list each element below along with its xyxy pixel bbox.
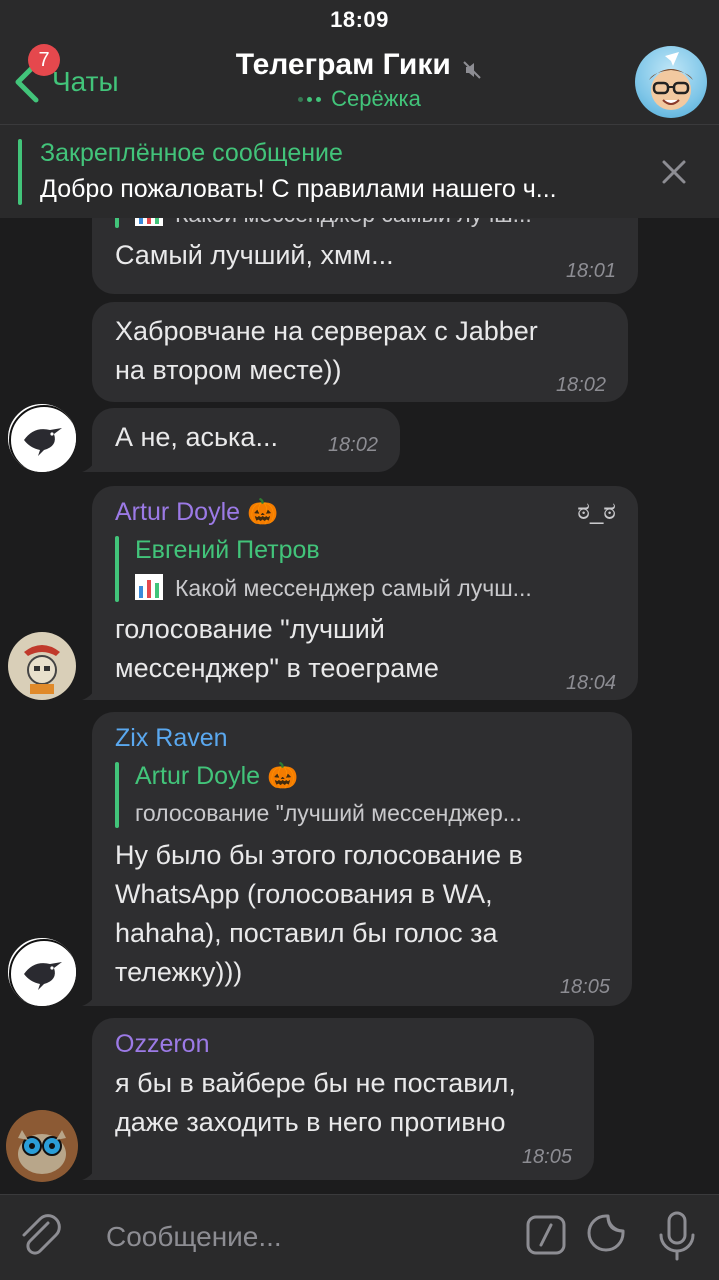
microphone-icon[interactable] — [656, 1209, 698, 1263]
message-time: 18:05 — [521, 1146, 572, 1168]
message-text-line-2: на втором месте)) — [115, 355, 342, 385]
group-avatar[interactable] — [635, 46, 707, 118]
status-bar: 18:09 — [0, 0, 719, 40]
reply-author: Artur Doyle 🎃 — [135, 762, 299, 790]
pinned-title: Закреплённое сообщение — [40, 139, 343, 167]
message-time: 18:05 — [559, 976, 610, 998]
avatar[interactable] — [6, 630, 78, 702]
message-bubble[interactable]: Zix Raven Artur Doyle 🎃 голосование "луч… — [92, 712, 632, 1006]
chat-title: Телеграм Гики — [235, 48, 451, 81]
pinned-accent-bar — [18, 139, 22, 205]
chat-title-area[interactable]: Телеграм Гики Серёжка — [0, 48, 719, 112]
message-text-line-2: WhatsApp (голосования в WA, — [115, 879, 493, 909]
reply-preview[interactable]: Евгений Петров Какой мессенджер самый лу… — [115, 536, 615, 604]
message-input[interactable] — [96, 1209, 516, 1265]
message-text-line-1: голосование "лучший — [115, 614, 385, 644]
poll-icon — [135, 218, 163, 226]
poll-icon — [135, 574, 163, 600]
message-time: 18:04 — [565, 672, 616, 694]
reply-preview[interactable]: Какой мессенджер самый лучш... — [115, 218, 615, 232]
reply-preview[interactable]: Artur Doyle 🎃 голосование "лучший мессен… — [115, 762, 609, 830]
status-time: 18:09 — [330, 7, 389, 32]
message-bubble[interactable]: А не, аська... 18:02 — [92, 408, 400, 472]
message-text-line-4: тележку))) — [115, 957, 243, 987]
message-time: 18:01 — [565, 260, 616, 282]
message-author[interactable]: Ozzeron — [115, 1030, 209, 1059]
paperclip-icon[interactable] — [18, 1213, 64, 1261]
message-bubble[interactable]: Artur Doyle 🎃 ಠ_ಠ Евгений Петров Какой м… — [92, 486, 638, 700]
reply-author: Евгений Петров — [135, 536, 320, 564]
raven-avatar-image — [9, 405, 76, 472]
message-bubble[interactable]: Хабровчане на серверах с Jabber на второ… — [92, 302, 628, 402]
message-text-line-1: Ну было бы этого голосование в — [115, 840, 523, 870]
close-icon[interactable] — [659, 157, 689, 187]
chat-subtitle: Серёжка — [0, 86, 719, 112]
message-text-line-2: мессенджер" в теоеграме — [115, 653, 439, 683]
message-bubble[interactable]: Ozzeron я бы в вайбере бы не поставил, д… — [92, 1018, 594, 1180]
message-author[interactable]: Artur Doyle 🎃 — [115, 498, 278, 527]
typing-indicator-icon — [298, 96, 322, 102]
ozzeron-avatar-image — [6, 1110, 78, 1182]
message-time: 18:02 — [555, 374, 606, 396]
author-status: ಠ_ಠ — [577, 498, 616, 525]
typing-user: Серёжка — [331, 86, 421, 111]
pinned-text: Добро пожаловать! С правилами нашего ч..… — [40, 175, 557, 203]
message-text-line-1: я бы в вайбере бы не поставил, — [115, 1068, 516, 1098]
sticker-icon[interactable] — [586, 1213, 626, 1255]
avatar[interactable] — [6, 402, 78, 474]
reply-text: голосование "лучший мессенджер... — [135, 800, 522, 826]
message-time: 18:02 — [327, 434, 378, 456]
message-author[interactable]: Zix Raven — [115, 724, 228, 753]
reply-text: Какой мессенджер самый лучш... — [175, 218, 532, 227]
bot-command-icon[interactable] — [526, 1215, 566, 1255]
artur-avatar-image — [8, 632, 76, 700]
message-input-bar — [0, 1194, 719, 1280]
group-avatar-image — [649, 52, 693, 110]
chat-header: Чаты 7 Телеграм Гики Серёжка — [0, 40, 719, 124]
raven-avatar-image — [9, 939, 76, 1006]
message-text-line-3: hahaha), поставил бы голос за — [115, 918, 498, 948]
message-list[interactable]: Какой мессенджер самый лучш... Самый луч… — [0, 218, 719, 1194]
pinned-message[interactable]: Закреплённое сообщение Добро пожаловать!… — [0, 124, 719, 218]
reply-text: Какой мессенджер самый лучш... — [175, 575, 532, 601]
message-text-line-1: Хабровчане на серверах с Jabber — [115, 316, 538, 346]
message-text: А не, аська... — [115, 422, 278, 452]
avatar[interactable] — [6, 936, 78, 1008]
message-text: Самый лучший, хмм... — [115, 240, 394, 270]
message-text-line-2: даже заходить в него противно — [115, 1107, 506, 1137]
mute-icon — [463, 61, 481, 79]
avatar[interactable] — [6, 1110, 78, 1182]
message-bubble[interactable]: Какой мессенджер самый лучш... Самый луч… — [92, 218, 638, 294]
